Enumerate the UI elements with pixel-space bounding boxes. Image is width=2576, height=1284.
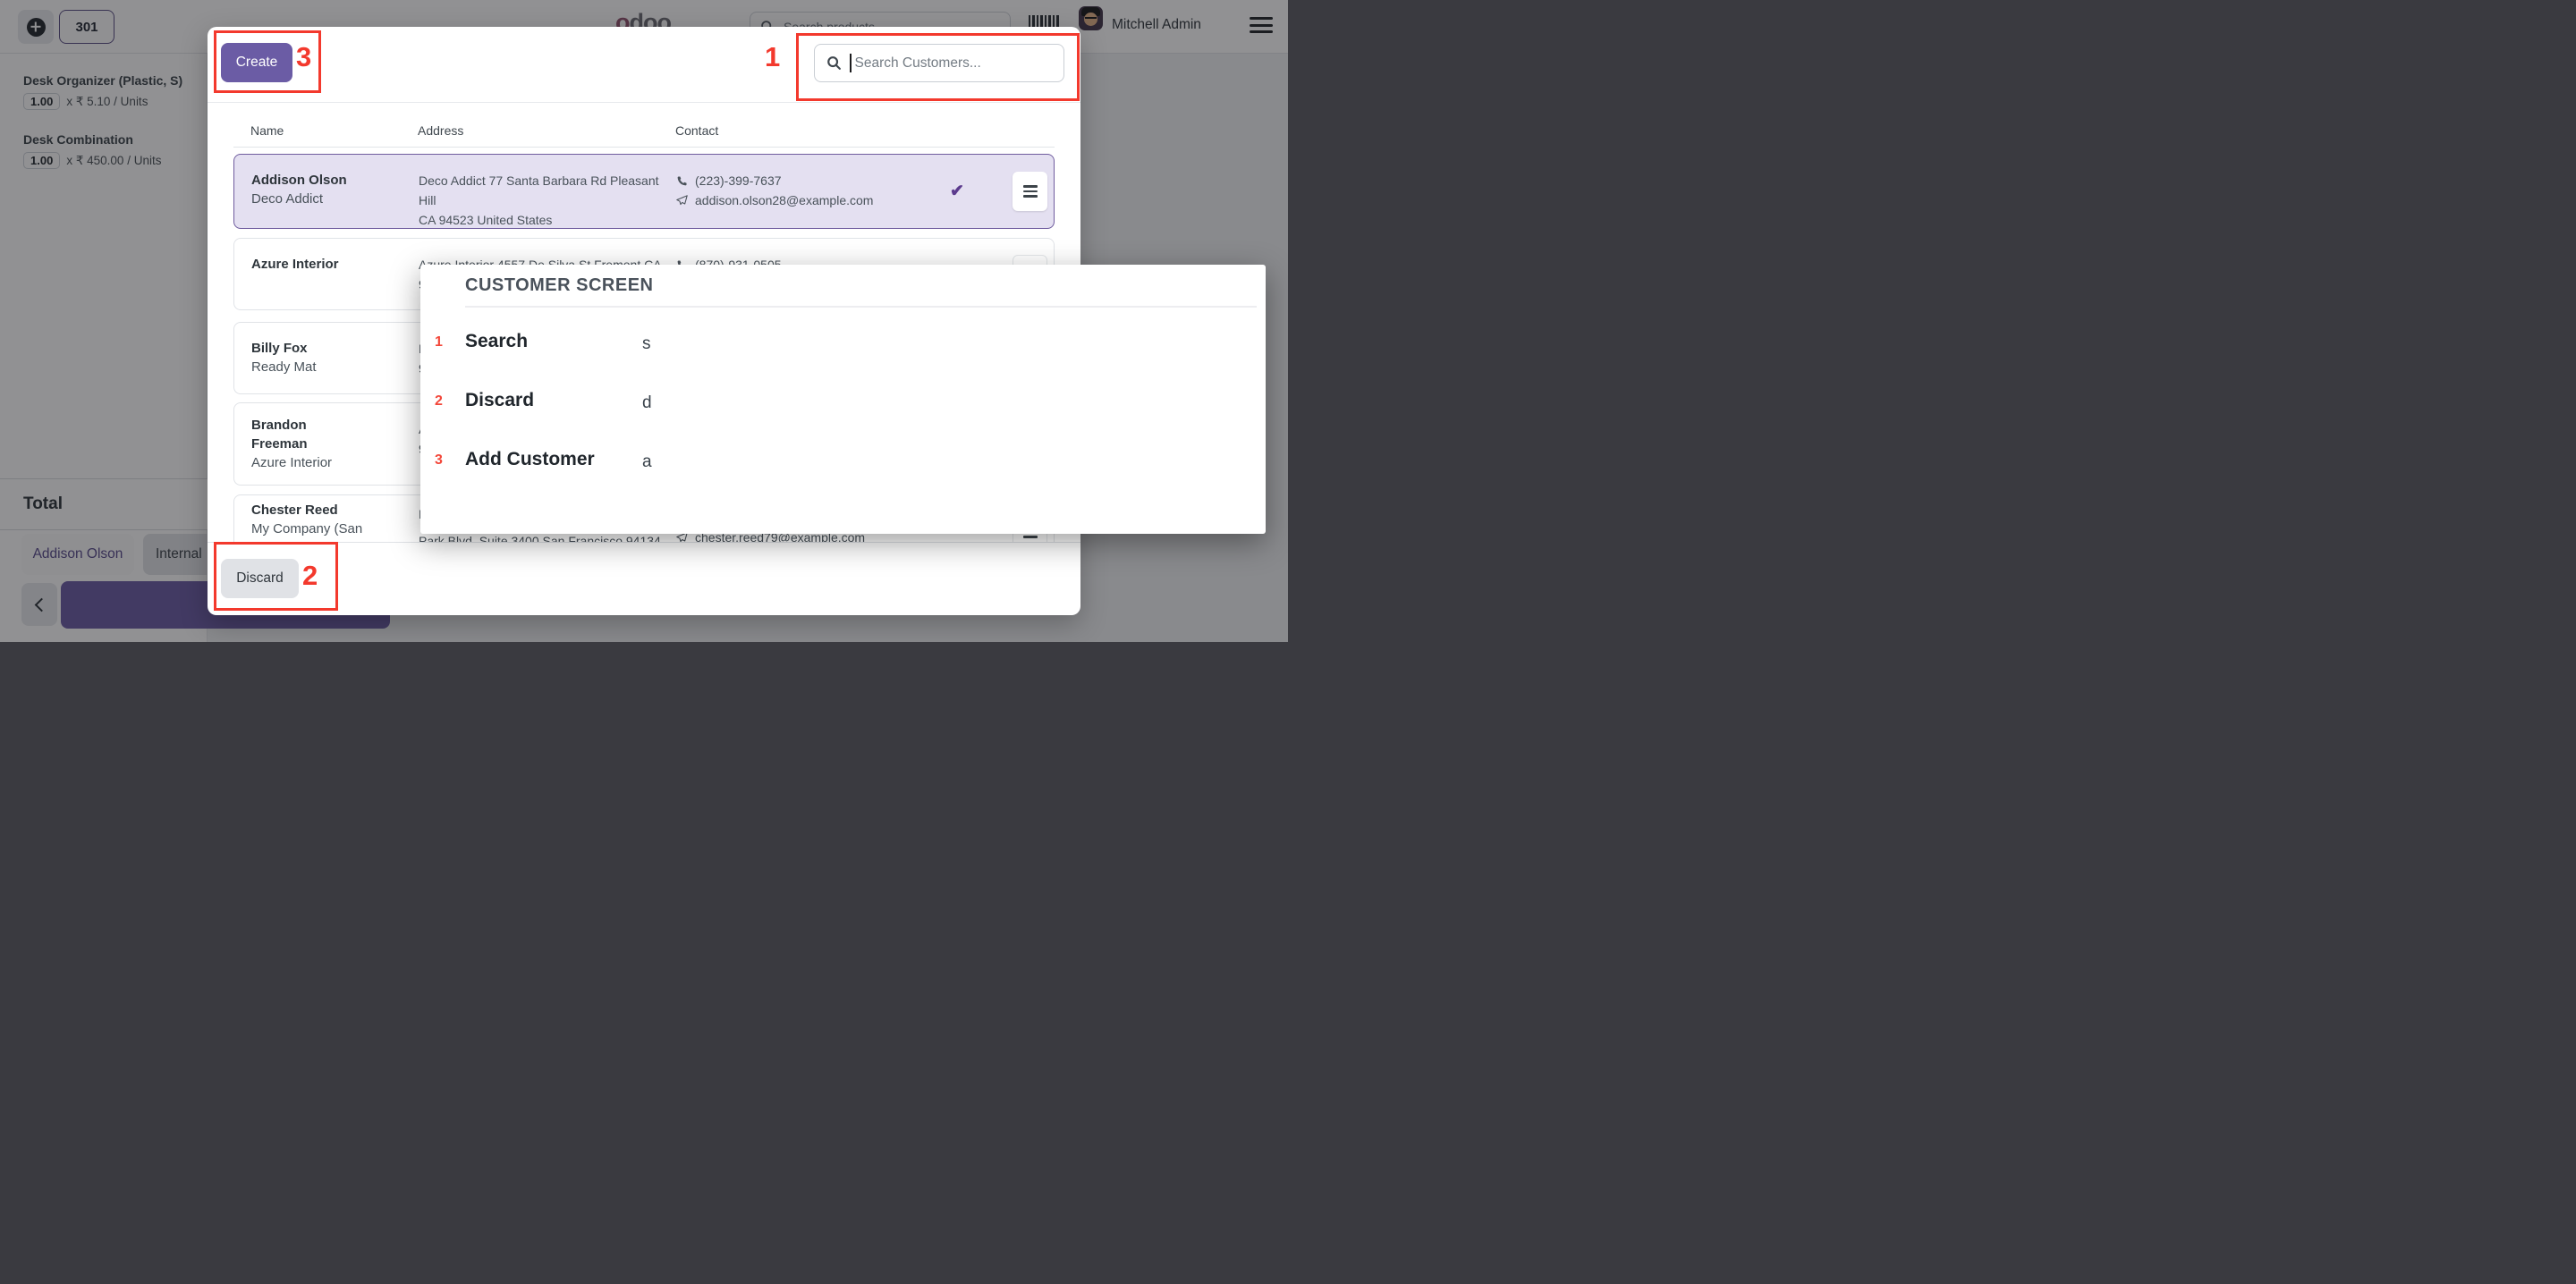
title-divider bbox=[465, 306, 1257, 308]
shortcut-label: Add Customer bbox=[465, 449, 595, 470]
shortcut-key: d bbox=[642, 393, 652, 413]
column-header-name[interactable]: Name bbox=[250, 123, 284, 138]
header-divider bbox=[233, 147, 1055, 148]
send-icon bbox=[676, 195, 688, 207]
pos-customer-screen: 301 odoo Mitchell Admin Desk Organizer (… bbox=[0, 0, 1288, 642]
shortcut-row-search: 1 Search s bbox=[420, 331, 1266, 358]
annotation-number-3: 3 bbox=[296, 43, 311, 71]
annotation-number-2: 2 bbox=[302, 562, 318, 589]
shortcut-number: 2 bbox=[435, 393, 456, 410]
customer-address-cell: Deco Addict 77 Santa Barbara Rd Pleasant… bbox=[419, 171, 674, 230]
column-header-address[interactable]: Address bbox=[418, 123, 463, 138]
shortcut-key: s bbox=[642, 334, 651, 354]
customer-name-cell: Azure Interior bbox=[251, 255, 386, 274]
annotation-number-1: 1 bbox=[765, 43, 780, 71]
customer-row-addison-olson[interactable]: Addison Olson Deco Addict Deco Addict 77… bbox=[233, 154, 1055, 229]
customer-name-cell: Brandon Freeman Azure Interior bbox=[251, 416, 357, 472]
shortcut-key: a bbox=[642, 452, 652, 472]
modal-footer: Discard bbox=[208, 542, 1080, 615]
customer-name-cell: Chester Reed My Company (San bbox=[251, 501, 386, 538]
shortcut-label: Discard bbox=[465, 390, 534, 411]
column-header-contact[interactable]: Contact bbox=[675, 123, 718, 138]
customer-name-cell: Billy Fox Ready Mat bbox=[251, 339, 386, 376]
annotation-box-search bbox=[796, 33, 1080, 101]
customer-name-cell: Addison Olson Deco Addict bbox=[251, 171, 386, 208]
shortcut-number: 1 bbox=[435, 334, 456, 351]
customer-contact-cell: (223)-399-7637 addison.olson28@example.c… bbox=[676, 171, 945, 210]
selected-check-icon: ✔ bbox=[950, 182, 964, 202]
shortcut-panel-title: CUSTOMER SCREEN bbox=[465, 275, 654, 296]
phone-icon bbox=[676, 175, 688, 187]
annotation-box-discard bbox=[214, 542, 338, 611]
shortcut-row-add-customer: 3 Add Customer a bbox=[420, 449, 1266, 476]
shortcut-number: 3 bbox=[435, 452, 456, 469]
shortcut-row-discard: 2 Discard d bbox=[420, 390, 1266, 417]
customer-details-button[interactable] bbox=[1013, 172, 1047, 211]
customer-screen-shortcut-panel: CUSTOMER SCREEN 1 Search s 2 Discard d 3… bbox=[420, 265, 1266, 534]
shortcut-label: Search bbox=[465, 331, 528, 352]
